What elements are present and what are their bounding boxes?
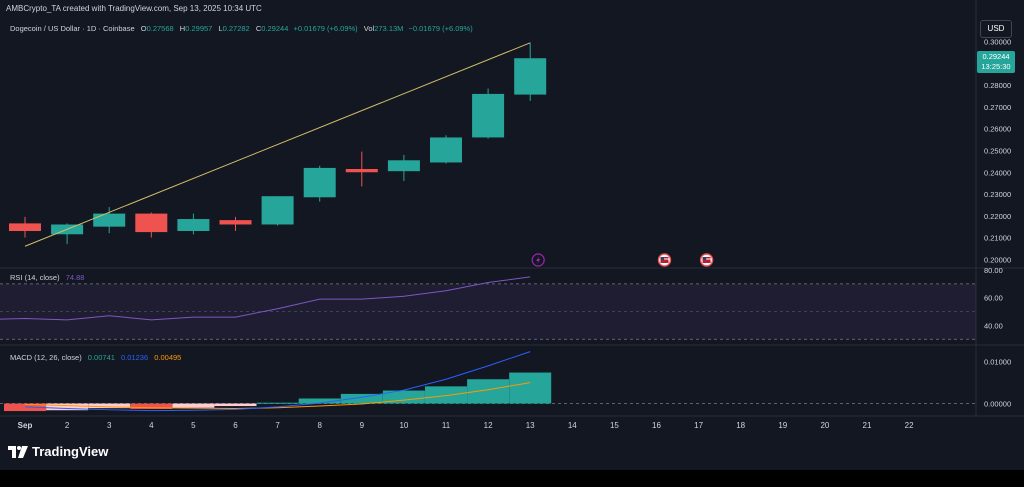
date-tick-label: 3 <box>107 421 112 430</box>
event-markers-group <box>531 253 714 267</box>
current-price-tag: 0.29244 13:25:30 <box>977 51 1015 73</box>
date-tick-label: 21 <box>863 421 872 430</box>
date-tick-label: 15 <box>610 421 619 430</box>
chart-canvas[interactable]: 0.300000.290000.280000.270000.260000.250… <box>0 0 1024 470</box>
price-tick-label: 0.30000 <box>984 38 1011 47</box>
macd-histogram-bar <box>509 372 552 404</box>
candle-body <box>345 168 378 173</box>
price-tick-label: 0.22000 <box>984 212 1011 221</box>
rsi-tick-label: 40.00 <box>984 321 1003 330</box>
macd-line-value: 0.01236 <box>121 353 149 362</box>
macd-histogram-bar <box>256 402 299 404</box>
price-tick-label: 0.20000 <box>984 255 1011 264</box>
candle-body <box>93 213 126 227</box>
current-price: 0.29244 <box>982 52 1010 61</box>
macd-histogram-bar <box>172 403 215 408</box>
candle-body <box>219 220 252 225</box>
candle-body <box>135 213 168 233</box>
tradingview-logo-icon <box>8 445 28 458</box>
candle-body <box>472 93 505 138</box>
tradingview-logo[interactable]: TradingView <box>8 444 108 459</box>
rsi-tick-label: 80.00 <box>984 266 1003 275</box>
macd-histogram-bar <box>214 403 257 407</box>
bar-countdown: 13:25:30 <box>981 62 1011 71</box>
high-value: 0.29957 <box>185 24 213 33</box>
currency-button[interactable]: USD <box>980 20 1012 38</box>
change-value: +0.01679 (+6.09%) <box>293 24 358 33</box>
price-tick-label: 0.24000 <box>984 168 1011 177</box>
time-axis[interactable]: Sep 2 3 4 5 6 7 8 9 10 11 12 13 14 15 16 17 18 19 20 21 22 <box>18 421 914 430</box>
date-tick-label: 6 <box>233 421 238 430</box>
lightning-icon <box>531 253 545 267</box>
date-tick-label: 9 <box>360 421 365 430</box>
candle-body <box>177 219 210 232</box>
low-value: 0.27282 <box>222 24 250 33</box>
date-tick-label: 18 <box>736 421 745 430</box>
symbol-legend[interactable]: Dogecoin / US Dollar · 1D · Coinbase O0.… <box>10 24 473 33</box>
us-flag-icon-canton <box>660 257 664 260</box>
macd-histogram-bar <box>340 393 383 404</box>
candle-body <box>514 58 547 95</box>
rsi-legend[interactable]: RSI (14, close) 74.88 <box>10 273 84 282</box>
us-flag-icon <box>657 253 672 267</box>
price-tick-label: 0.27000 <box>984 103 1011 112</box>
candles-group <box>9 42 547 245</box>
rsi-value: 74.88 <box>65 273 85 282</box>
date-tick-label: 13 <box>526 421 535 430</box>
macd-axis[interactable]: 0.01000 0.00000 <box>984 358 1011 409</box>
rsi-tick-label: 60.00 <box>984 294 1003 303</box>
date-tick-label: 19 <box>778 421 787 430</box>
open-value: 0.27568 <box>146 24 174 33</box>
date-tick-label: 11 <box>442 421 451 430</box>
price-tick-label: 0.21000 <box>984 234 1011 243</box>
date-tick-label: 14 <box>568 421 577 430</box>
macd-signal-value: 0.00495 <box>154 353 182 362</box>
us-flag-icon-canton <box>702 257 707 260</box>
macd-legend[interactable]: MACD (12, 26, close) 0.00741 0.01236 0.0… <box>10 353 181 362</box>
date-tick-label: 8 <box>317 421 322 430</box>
date-tick-label: 5 <box>191 421 196 430</box>
creator-note: AMBCrypto_TA created with TradingView.co… <box>6 4 262 13</box>
candle-body <box>261 196 294 225</box>
date-tick-label: 4 <box>149 421 154 430</box>
us-flag-icon <box>699 253 714 267</box>
date-tick-label: 16 <box>652 421 661 430</box>
price-tick-label: 0.23000 <box>984 190 1011 199</box>
date-tick-label: 10 <box>399 421 408 430</box>
date-tick-label: 2 <box>65 421 70 430</box>
rsi-name: RSI (14, close) <box>10 273 60 282</box>
change-value-2: −0.01679 (+6.09%) <box>408 24 473 33</box>
candle-body <box>303 167 336 198</box>
candle-body <box>387 160 420 172</box>
vol-value: 273.13M <box>374 24 404 33</box>
macd-tick-label: 0.00000 <box>984 400 1011 409</box>
price-tick-label: 0.25000 <box>984 147 1011 156</box>
candle-body <box>430 137 462 163</box>
macd-name: MACD (12, 26, close) <box>10 353 82 362</box>
screenshot-frame: 0.300000.290000.280000.270000.260000.250… <box>0 0 1024 487</box>
price-tick-label: 0.26000 <box>984 125 1011 134</box>
date-tick-label: Sep <box>18 421 33 430</box>
rsi-axis[interactable]: 80.00 60.00 40.00 <box>984 266 1003 330</box>
date-tick-label: 17 <box>694 421 703 430</box>
macd-tick-label: 0.01000 <box>984 358 1011 367</box>
close-value: 0.29244 <box>261 24 289 33</box>
macd-hist-value: 0.00741 <box>87 353 115 362</box>
macd-histogram-bar <box>425 386 467 404</box>
date-tick-label: 22 <box>905 421 914 430</box>
candle-body <box>9 223 41 232</box>
price-tick-label: 0.28000 <box>984 81 1011 90</box>
date-tick-label: 12 <box>484 421 493 430</box>
date-tick-label: 7 <box>275 421 280 430</box>
tradingview-logo-text: TradingView <box>32 444 109 459</box>
chart-area[interactable]: 0.300000.290000.280000.270000.260000.250… <box>0 0 1024 470</box>
date-tick-label: 20 <box>820 421 829 430</box>
symbol-name[interactable]: Dogecoin / US Dollar · 1D · Coinbase <box>10 24 135 33</box>
vol-label: Vol <box>363 24 375 33</box>
